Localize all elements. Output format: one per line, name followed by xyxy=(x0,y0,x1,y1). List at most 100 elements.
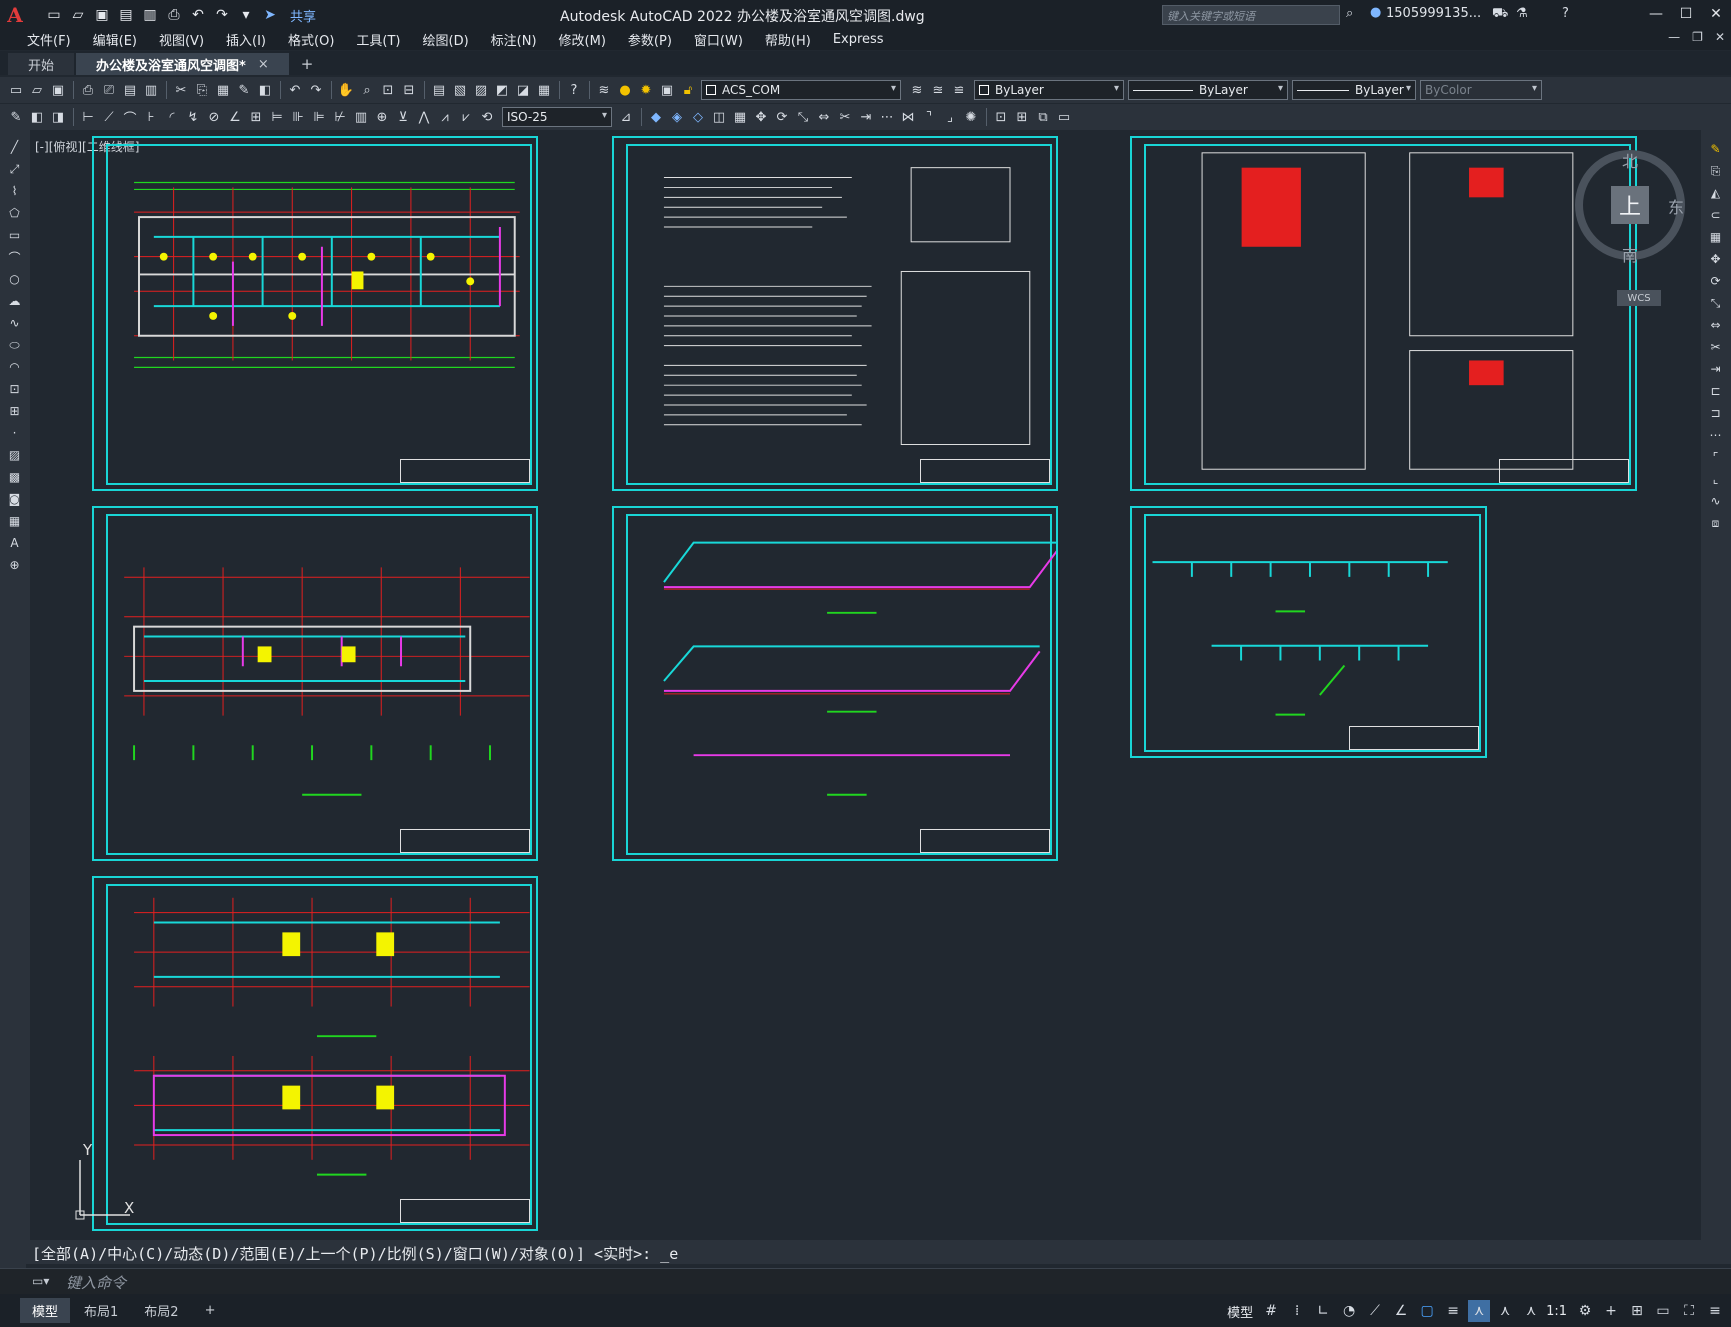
drawing-sheet[interactable] xyxy=(92,136,538,491)
stretch-icon[interactable]: ⇔ xyxy=(814,107,834,127)
revision-cloud-icon[interactable]: ☁ xyxy=(4,292,26,310)
fillet-icon[interactable]: ⌟ xyxy=(940,107,960,127)
dim-update-icon[interactable]: ⟲ xyxy=(477,107,497,127)
ellipse-icon[interactable]: ⬭ xyxy=(4,336,26,354)
undo-icon[interactable]: ↶ xyxy=(285,80,305,100)
menu-parametric[interactable]: 参数(P) xyxy=(617,30,683,49)
undo-icon[interactable]: ↶ xyxy=(188,5,208,25)
fillet-icon[interactable]: ⌞ xyxy=(1705,470,1727,488)
help-icon[interactable]: ? xyxy=(1562,6,1569,21)
dim-space-icon[interactable]: ⊫ xyxy=(309,107,329,127)
add-layout-button[interactable]: + xyxy=(193,1300,228,1321)
explode-icon[interactable]: ✺ xyxy=(961,107,981,127)
tab-drawing[interactable]: 办公楼及浴室通风空调图* × xyxy=(76,53,289,75)
design-center-icon[interactable]: ▧ xyxy=(450,80,470,100)
text-icon[interactable]: ▭ xyxy=(1054,107,1074,127)
diameter-dim-icon[interactable]: ⊘ xyxy=(204,107,224,127)
zoom-realtime-icon[interactable]: ⌕ xyxy=(357,80,377,100)
drawing-sheet[interactable] xyxy=(612,506,1058,861)
insert-block-icon[interactable]: ⊡ xyxy=(991,107,1011,127)
tab-start[interactable]: 开始 xyxy=(8,53,75,75)
explode-icon[interactable]: ⧈ xyxy=(1705,514,1727,532)
zoom-previous-icon[interactable]: ⊟ xyxy=(399,80,419,100)
extend-icon[interactable]: ⇥ xyxy=(1705,360,1727,378)
break-icon[interactable]: ⋯ xyxy=(877,107,897,127)
menu-file[interactable]: 文件(F) xyxy=(16,30,82,49)
join-icon[interactable]: ⋯ xyxy=(1705,426,1727,444)
aligned-dim-icon[interactable]: ⟋ xyxy=(99,107,119,127)
block-icon[interactable]: ◧ xyxy=(27,107,47,127)
lineweight-dropdown[interactable]: ByLayer ▾ xyxy=(1292,80,1416,100)
drawing-sheet[interactable] xyxy=(612,136,1058,491)
wcs-menu[interactable]: WCS xyxy=(1617,290,1661,306)
object-snap-tracking-icon[interactable]: ∠ xyxy=(1390,1300,1412,1322)
chamfer-icon[interactable]: ⌝ xyxy=(919,107,939,127)
layout-tab-model[interactable]: 模型 xyxy=(20,1298,71,1323)
menu-format[interactable]: 格式(O) xyxy=(277,30,345,49)
recent-commands-icon[interactable]: ▭▾ xyxy=(32,1274,49,1288)
publish-icon[interactable]: ▤ xyxy=(120,80,140,100)
erase-icon[interactable]: ✎ xyxy=(1705,140,1727,158)
break-point-icon[interactable]: ⊏ xyxy=(1705,382,1727,400)
continue-dim-icon[interactable]: ⊪ xyxy=(288,107,308,127)
doc-minimize-button[interactable]: — xyxy=(1668,30,1680,44)
make-current-layer-icon[interactable]: ≋ xyxy=(907,80,927,100)
scale-icon[interactable]: ⤡ xyxy=(1705,294,1727,312)
sheet-set-icon[interactable]: ◩ xyxy=(492,80,512,100)
radius-dim-icon[interactable]: ◜ xyxy=(162,107,182,127)
menu-dimension[interactable]: 标注(N) xyxy=(480,30,548,49)
3d-print-icon[interactable]: ▥ xyxy=(141,80,161,100)
pan-icon[interactable]: ✋ xyxy=(336,80,356,100)
point-icon[interactable]: · xyxy=(4,424,26,442)
layer-thaw-icon[interactable]: ✹ xyxy=(636,80,656,100)
calculator-icon[interactable]: ▦ xyxy=(534,80,554,100)
drawing-sheet[interactable] xyxy=(1130,136,1637,491)
tool-palettes-icon[interactable]: ▨ xyxy=(471,80,491,100)
spline-icon[interactable]: ∿ xyxy=(4,314,26,332)
group-icon[interactable]: ⊞ xyxy=(1012,107,1032,127)
arc-length-icon[interactable]: ⌒ xyxy=(120,107,140,127)
baseline-dim-icon[interactable]: ⊨ xyxy=(267,107,287,127)
cart-icon[interactable]: ⛟ xyxy=(1492,6,1508,23)
viewcube-top-face[interactable]: 上 xyxy=(1611,186,1649,224)
fullscreen-icon[interactable]: ⛶ xyxy=(1678,1300,1700,1322)
user-icon[interactable]: ● xyxy=(1370,5,1381,20)
polyline-icon[interactable]: ⌇ xyxy=(4,182,26,200)
maximize-button[interactable]: ☐ xyxy=(1671,0,1701,28)
menu-view[interactable]: 视图(V) xyxy=(148,30,215,49)
inspect-icon[interactable]: ⊻ xyxy=(393,107,413,127)
model-space-toggle[interactable]: 模型 xyxy=(1227,1302,1253,1321)
units-icon[interactable]: ⊞ xyxy=(1626,1300,1648,1322)
stretch-icon[interactable]: ⇔ xyxy=(1705,316,1727,334)
layer-state-icon[interactable]: ≌ xyxy=(949,80,969,100)
linear-dim-icon[interactable]: ⊢ xyxy=(78,107,98,127)
object-snap-icon[interactable]: ▢ xyxy=(1416,1300,1438,1322)
menu-window[interactable]: 窗口(W) xyxy=(683,30,754,49)
extend-icon[interactable]: ⇥ xyxy=(856,107,876,127)
blend-curves-icon[interactable]: ∿ xyxy=(1705,492,1727,510)
layer-previous-icon[interactable]: ≊ xyxy=(928,80,948,100)
polar-tracking-icon[interactable]: ◔ xyxy=(1338,1300,1360,1322)
make-block-icon[interactable]: ⊞ xyxy=(4,402,26,420)
doc-close-button[interactable]: ✕ xyxy=(1715,30,1725,44)
annotation-scale-icon[interactable]: ⋏ xyxy=(1520,1300,1542,1322)
table-icon[interactable]: ▦ xyxy=(4,512,26,530)
array-icon[interactable]: ▦ xyxy=(1705,228,1727,246)
match-icon[interactable]: ✎ xyxy=(6,107,26,127)
new-tab-button[interactable]: + xyxy=(291,55,324,75)
new-icon[interactable]: ▭ xyxy=(6,80,26,100)
linetype-dropdown[interactable]: ByLayer ▾ xyxy=(1128,80,1288,100)
attribute-icon[interactable]: ◨ xyxy=(48,107,68,127)
add-icon[interactable]: + xyxy=(1600,1300,1622,1322)
line-icon[interactable]: ╱ xyxy=(4,138,26,156)
offset-icon[interactable]: ◫ xyxy=(709,107,729,127)
drawing-sheet[interactable] xyxy=(1130,506,1487,758)
auto-scale-icon[interactable]: ⋏ xyxy=(1494,1300,1516,1322)
copy-object-icon[interactable]: ◈ xyxy=(667,107,687,127)
arc-icon[interactable]: ⌒ xyxy=(4,248,26,266)
add-selected-icon[interactable]: ⊕ xyxy=(4,556,26,574)
block-editor-icon[interactable]: ◧ xyxy=(255,80,275,100)
tolerance-icon[interactable]: ▥ xyxy=(351,107,371,127)
rotate-icon[interactable]: ⟳ xyxy=(772,107,792,127)
annotation-visibility-icon[interactable]: ⋏ xyxy=(1468,1300,1491,1322)
